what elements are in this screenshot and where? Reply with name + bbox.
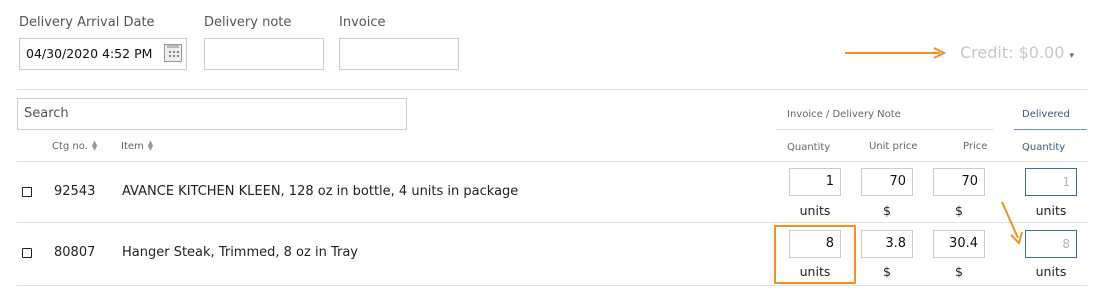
quantity-input[interactable]: 1 bbox=[789, 168, 841, 196]
delivered-quantity-unit: units bbox=[1035, 203, 1067, 218]
delivered-quantity-unit: units bbox=[1035, 264, 1067, 279]
price-input[interactable]: 30.4 bbox=[933, 230, 985, 258]
table-bottom-divider bbox=[17, 285, 1087, 286]
group-header-delivered: Delivered bbox=[1022, 109, 1070, 120]
annotation-arrow-delivered bbox=[1001, 201, 1023, 245]
column-header-item[interactable]: Item ▲ ▼ bbox=[121, 139, 154, 153]
price-unit: $ bbox=[955, 264, 963, 279]
column-header-quantity: Quantity bbox=[787, 142, 831, 153]
price-unit: $ bbox=[955, 203, 963, 218]
delivery-date-value: 04/30/2020 4:52 PM bbox=[26, 46, 153, 61]
unit-price-input[interactable]: 70 bbox=[861, 168, 913, 196]
row-checkbox[interactable] bbox=[22, 248, 32, 258]
row-divider bbox=[17, 222, 1087, 223]
column-header-ctg-label: Ctg no. bbox=[52, 141, 88, 152]
column-header-ctg[interactable]: Ctg no. ▲ ▼ bbox=[52, 139, 98, 153]
column-header-item-label: Item bbox=[121, 141, 144, 152]
price-input[interactable]: 70 bbox=[933, 168, 985, 196]
column-header-delivered-quantity: Quantity bbox=[1022, 142, 1066, 153]
invoice-label: Invoice bbox=[339, 15, 386, 30]
invoice-input[interactable] bbox=[339, 38, 459, 70]
group-underline-delivered bbox=[1014, 129, 1087, 130]
calendar-icon[interactable] bbox=[164, 44, 182, 62]
sort-icon: ▲ ▼ bbox=[147, 139, 154, 152]
annotation-highlight-quantity bbox=[774, 225, 856, 284]
delivery-note-input[interactable] bbox=[204, 38, 324, 70]
delivery-date-label: Delivery Arrival Date bbox=[19, 15, 155, 30]
group-underline-invoice bbox=[776, 129, 994, 130]
annotation-arrow-credit bbox=[845, 47, 947, 59]
column-header-unit-price: Unit price bbox=[869, 141, 918, 152]
delivered-quantity-input[interactable]: 1 bbox=[1025, 168, 1077, 196]
header-divider bbox=[17, 89, 1087, 90]
row-item: Hanger Steak, Trimmed, 8 oz in Tray bbox=[122, 245, 358, 260]
credit-dropdown[interactable]: Credit: $0.00 ▾ bbox=[960, 43, 1074, 62]
chevron-down-icon: ▾ bbox=[1069, 51, 1075, 61]
quantity-unit: units bbox=[799, 203, 831, 218]
unit-price-unit: $ bbox=[883, 203, 891, 218]
delivery-note-label: Delivery note bbox=[204, 15, 292, 30]
sort-icon: ▲ ▼ bbox=[91, 139, 98, 152]
row-checkbox[interactable] bbox=[22, 187, 32, 197]
row-ctg: 92543 bbox=[54, 184, 96, 199]
search-input[interactable]: Search bbox=[17, 98, 407, 130]
unit-price-unit: $ bbox=[883, 264, 891, 279]
credit-label: Credit: $0.00 bbox=[960, 43, 1065, 62]
row-ctg: 80807 bbox=[54, 245, 96, 260]
delivered-quantity-input[interactable]: 8 bbox=[1025, 230, 1077, 258]
table-header-divider bbox=[17, 161, 1087, 162]
row-item: AVANCE KITCHEN KLEEN, 128 oz in bottle, … bbox=[122, 184, 519, 199]
group-header-invoice: Invoice / Delivery Note bbox=[787, 109, 901, 120]
column-header-price: Price bbox=[963, 141, 988, 152]
search-placeholder: Search bbox=[24, 106, 69, 121]
delivery-date-input[interactable]: 04/30/2020 4:52 PM bbox=[19, 38, 187, 70]
unit-price-input[interactable]: 3.8 bbox=[861, 230, 913, 258]
